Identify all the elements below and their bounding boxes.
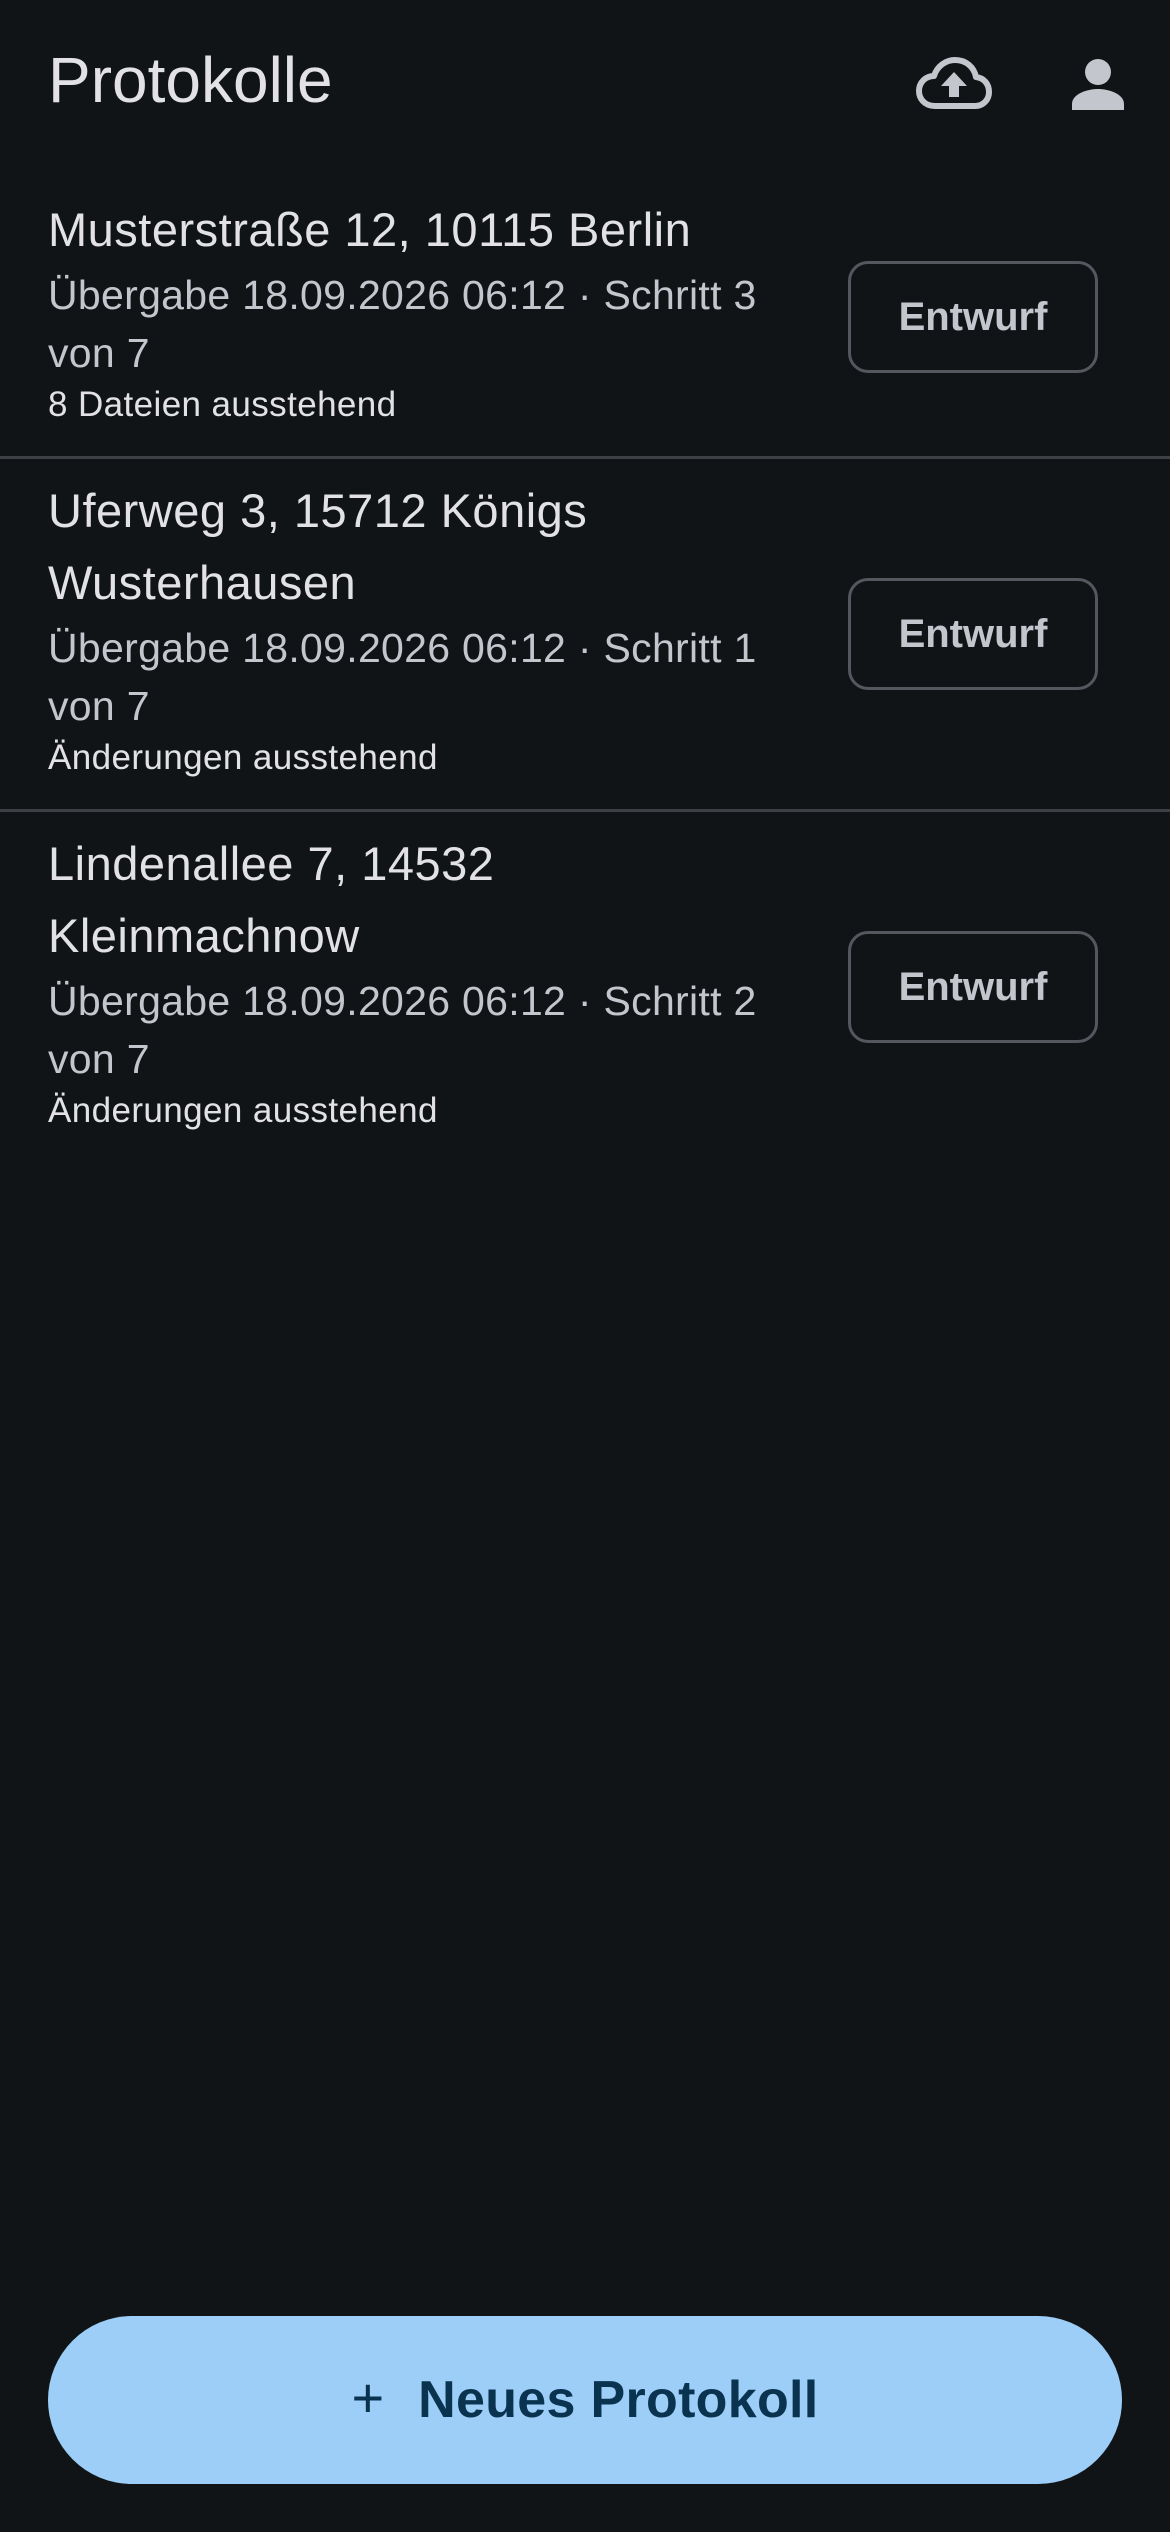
protocol-details: Übergabe 18.09.2026 06:12 · Schritt 2 vo… <box>48 978 757 1082</box>
account-button[interactable] <box>1050 40 1146 128</box>
protocol-details: Übergabe 18.09.2026 06:12 · Schritt 3 vo… <box>48 272 757 376</box>
protocol-address: Lindenallee 7, 14532 Kleinmachnow <box>48 837 495 962</box>
protocol-list-item[interactable]: Lindenallee 7, 14532 Kleinmachnow Überga… <box>0 812 1170 1162</box>
protocol-status: Änderungen ausstehend <box>48 738 438 777</box>
account-icon <box>1070 56 1126 112</box>
cloud-upload-icon <box>916 56 992 112</box>
protocol-address: Uferweg 3, 15712 Königs Wusterhausen <box>48 484 588 609</box>
plus-icon: + <box>351 2366 385 2429</box>
draft-badge-button[interactable]: Entwurf <box>848 261 1098 373</box>
new-protocol-button[interactable]: + Neues Protokoll <box>48 2316 1122 2484</box>
protocol-status: Änderungen ausstehend <box>48 1091 438 1130</box>
page-title: Protokolle <box>48 44 333 116</box>
protocol-list-item[interactable]: Uferweg 3, 15712 Königs Wusterhausen Übe… <box>0 459 1170 812</box>
draft-badge-button[interactable]: Entwurf <box>848 931 1098 1043</box>
upload-button[interactable] <box>906 40 1002 128</box>
draft-badge-button[interactable]: Entwurf <box>848 578 1098 690</box>
app-bar: Protokolle <box>0 0 1170 160</box>
protocol-details: Übergabe 18.09.2026 06:12 · Schritt 1 vo… <box>48 625 757 729</box>
protocol-list: Musterstraße 12, 10115 Berlin Übergabe 1… <box>0 178 1170 1162</box>
new-protocol-label: Neues Protokoll <box>418 2371 819 2429</box>
protocol-list-item[interactable]: Musterstraße 12, 10115 Berlin Übergabe 1… <box>0 178 1170 459</box>
protocol-address: Musterstraße 12, 10115 Berlin <box>48 203 692 256</box>
protocol-status: 8 Dateien ausstehend <box>48 385 397 424</box>
